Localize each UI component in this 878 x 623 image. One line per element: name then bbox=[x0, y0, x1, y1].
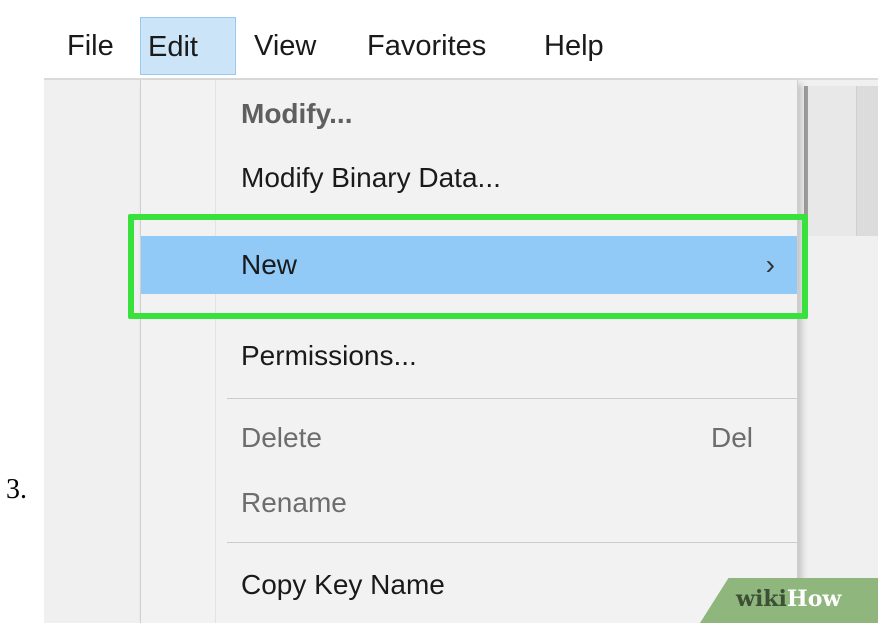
menu-item-permissions[interactable]: Permissions... bbox=[141, 326, 797, 386]
menu-help[interactable]: Help bbox=[544, 17, 624, 75]
menu-item-shortcut: Del bbox=[710, 422, 753, 453]
menu-favorites[interactable]: Favorites bbox=[367, 17, 527, 75]
menu-item-label: Delete bbox=[241, 422, 322, 453]
menu-item-modify-binary-data[interactable]: Modify Binary Data... bbox=[141, 148, 797, 208]
menu-item-label: Modify... bbox=[241, 98, 353, 129]
step-number: 3. bbox=[6, 474, 27, 505]
menu-edit[interactable]: Edit bbox=[140, 17, 236, 75]
callout-highlight-box bbox=[128, 214, 808, 319]
wikihow-watermark: wikiHow bbox=[700, 578, 878, 623]
watermark-wiki: wiki bbox=[736, 586, 787, 612]
menu-item-modify[interactable]: Modify... bbox=[141, 84, 797, 144]
watermark-how: How bbox=[786, 586, 842, 612]
menu-view[interactable]: View bbox=[254, 17, 344, 75]
watermark-text: wikiHow bbox=[736, 586, 841, 612]
menu-item-delete[interactable]: Delete Del bbox=[141, 408, 797, 468]
menu-item-copy-key-name[interactable]: Copy Key Name bbox=[141, 555, 797, 615]
menu-item-label: Copy Key Name bbox=[241, 569, 445, 600]
edit-dropdown-menu: Modify... Modify Binary Data... New › Pe… bbox=[140, 80, 798, 623]
panel-scrollbar[interactable] bbox=[856, 86, 878, 236]
menu-bar: File Edit View Favorites Help bbox=[44, 8, 878, 80]
menu-separator bbox=[227, 398, 797, 399]
menu-item-label: Permissions... bbox=[241, 340, 417, 371]
menu-file[interactable]: File bbox=[64, 17, 122, 75]
menu-item-label: Modify Binary Data... bbox=[241, 162, 501, 193]
background-panel bbox=[804, 86, 878, 236]
menu-item-label: Rename bbox=[241, 487, 347, 518]
menu-item-rename[interactable]: Rename bbox=[141, 473, 797, 533]
menu-separator bbox=[227, 542, 797, 543]
